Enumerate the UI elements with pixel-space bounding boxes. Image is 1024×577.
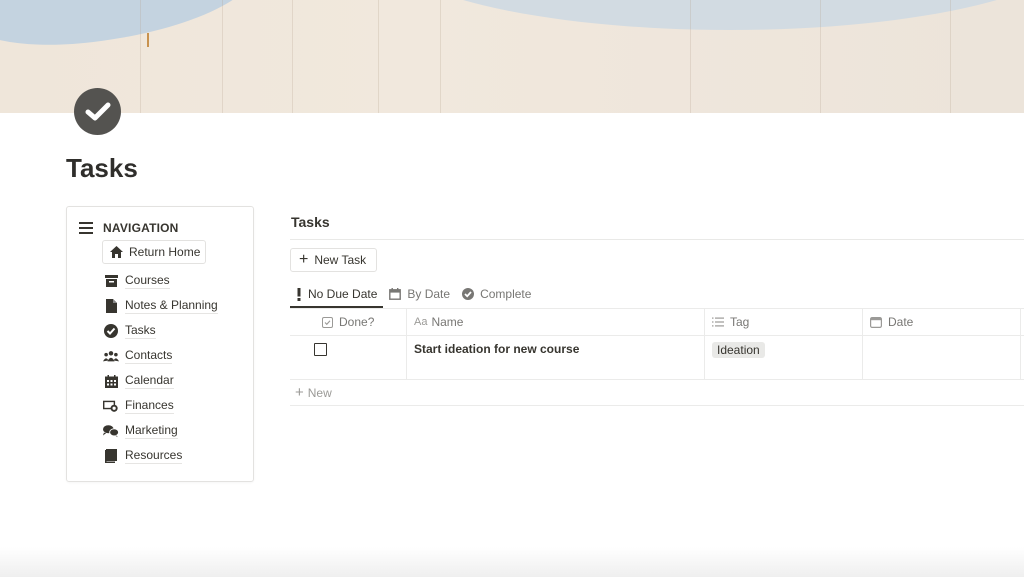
nav-item-calendar[interactable]: Calendar [103,373,174,389]
bottom-shadow [0,547,1024,577]
column-header-done[interactable]: Done? [290,309,407,335]
return-home-button[interactable]: Return Home [102,240,206,264]
table-row[interactable]: Start ideation for new course Ideation [290,336,1024,380]
cover-image [0,0,1024,113]
name-cell[interactable]: Start ideation for new course [407,336,705,379]
plus-icon: + [295,384,304,401]
column-header-tag[interactable]: Tag [705,309,863,335]
date-cell[interactable] [863,336,1021,379]
document-icon [103,298,119,314]
tasks-table: Done? Aa Name Tag Date Start ideation fo… [290,308,1024,406]
page-title: Tasks [66,153,138,183]
book-icon [103,448,119,464]
nav-item-tasks[interactable]: Tasks [103,323,156,339]
archive-box-icon [103,273,119,289]
done-checkbox[interactable] [314,343,327,356]
new-task-button[interactable]: + New Task [290,248,377,272]
database-title: Tasks [291,214,330,230]
chat-bubbles-icon [103,423,119,439]
hamburger-icon[interactable] [79,222,93,234]
column-header-date[interactable]: Date [863,309,1021,335]
tab-no-due-date[interactable]: No Due Date [290,282,384,308]
page-check-circle-icon[interactable] [74,88,121,135]
exclamation-icon [296,287,302,301]
nav-item-finances[interactable]: Finances [103,398,174,414]
nav-item-marketing[interactable]: Marketing [103,423,178,439]
tag-cell[interactable]: Ideation [705,336,863,379]
check-circle-icon [103,323,119,339]
money-icon [103,398,119,414]
plus-icon: + [299,251,309,268]
return-home-label: Return Home [129,245,201,259]
tab-complete[interactable]: Complete [456,282,537,306]
people-icon [103,348,119,364]
checkbox-icon [322,316,333,328]
list-icon [712,317,724,327]
tag-badge: Ideation [712,342,765,358]
column-header-name[interactable]: Aa Name [407,309,705,335]
nav-item-resources[interactable]: Resources [103,448,183,464]
nav-item-contacts[interactable]: Contacts [103,348,173,364]
calendar-icon [870,316,882,328]
calendar-icon [103,373,119,389]
done-cell[interactable] [290,336,407,379]
divider [290,239,1024,240]
home-icon [110,246,123,258]
calendar-icon [389,288,402,300]
navigation-heading: NAVIGATION [103,221,179,235]
navigation-panel: NAVIGATION Return Home Courses Notes & P… [66,206,254,482]
text-aa-icon: Aa [414,316,428,328]
new-row-button[interactable]: + New [290,380,1024,406]
view-tabs: No Due Date By Date Complete [290,282,537,308]
check-circle-icon [462,288,475,300]
table-header: Done? Aa Name Tag Date [290,308,1024,336]
tab-by-date[interactable]: By Date [383,282,456,306]
nav-item-notes-planning[interactable]: Notes & Planning [103,298,218,314]
nav-item-courses[interactable]: Courses [103,273,170,289]
